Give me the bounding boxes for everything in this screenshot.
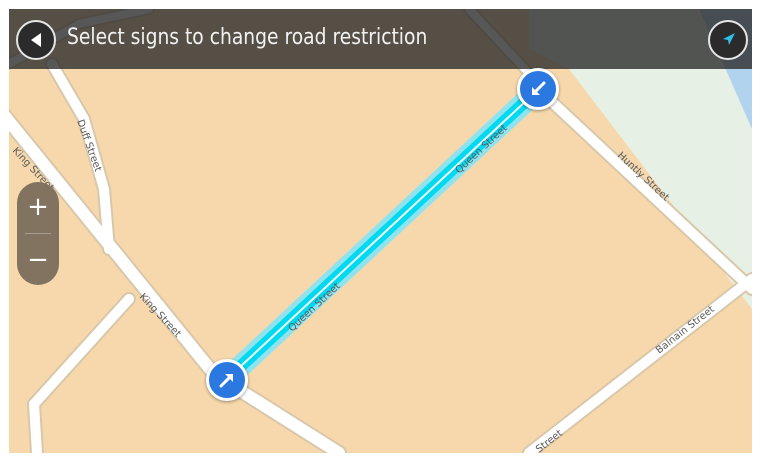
zoom-in-button[interactable]: +: [17, 182, 59, 232]
map-frame: Queen Street Queen Street King Street Ki…: [9, 9, 752, 453]
arrow-up-right-icon: [219, 374, 233, 388]
route-end-marker[interactable]: [517, 68, 559, 110]
back-button[interactable]: [16, 20, 56, 60]
map-canvas[interactable]: Queen Street Queen Street King Street Ki…: [9, 9, 752, 453]
header-bar: Select signs to change road restriction: [9, 9, 752, 69]
zoom-divider: [25, 233, 51, 234]
back-arrow-icon: [31, 33, 41, 47]
arrow-down-left-icon: [532, 81, 546, 95]
zoom-out-button[interactable]: −: [17, 235, 59, 285]
page-title: Select signs to change road restriction: [67, 25, 428, 50]
navigation-arrow-icon: [723, 33, 735, 45]
route-start-marker[interactable]: [206, 359, 248, 401]
zoom-control: + −: [17, 182, 59, 285]
current-location-button[interactable]: [708, 20, 748, 60]
